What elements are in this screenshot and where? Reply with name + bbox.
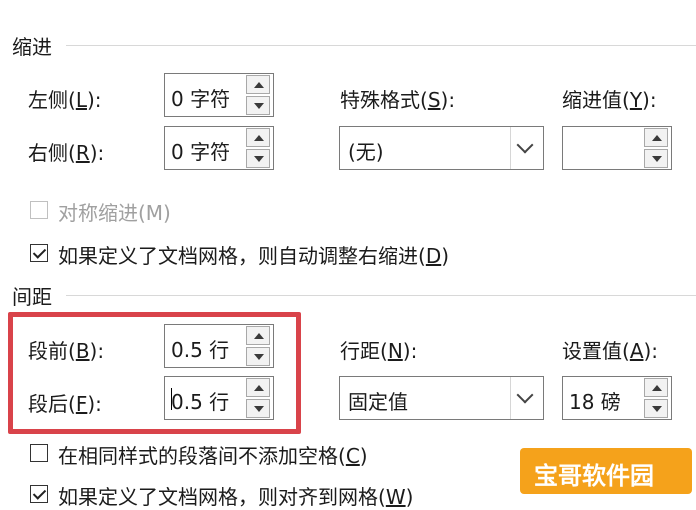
line-spacing-select[interactable]: 固定值	[339, 376, 544, 420]
checkmark-icon	[32, 486, 47, 500]
indent-value-spinbox[interactable]	[562, 126, 672, 170]
auto-adjust-right-indent-checkbox[interactable]	[30, 244, 48, 262]
right-indent-value: 0 字符	[171, 140, 231, 164]
right-indent-spinbox[interactable]: 0 字符	[164, 126, 274, 170]
arrow-up-icon	[254, 82, 264, 88]
highlight-box	[8, 312, 301, 434]
arrow-up-icon	[652, 385, 662, 391]
snap-to-grid-label: 如果定义了文档网格，则对齐到网格(W)	[58, 485, 414, 509]
left-indent-spinbox[interactable]: 0 字符	[164, 73, 274, 117]
set-value-increment-button[interactable]	[644, 378, 668, 397]
spacing-section-divider	[66, 295, 696, 296]
chevron-down-icon	[516, 136, 534, 154]
no-space-same-style-checkbox[interactable]	[30, 444, 48, 462]
left-indent-value: 0 字符	[171, 87, 231, 111]
arrow-up-icon	[652, 135, 662, 141]
left-indent-decrement-button[interactable]	[246, 96, 270, 115]
indent-section-divider	[66, 45, 696, 46]
set-value-decrement-button[interactable]	[644, 399, 668, 418]
arrow-down-icon	[254, 156, 264, 162]
set-value-spinbox[interactable]: 18 磅	[562, 376, 672, 420]
right-indent-decrement-button[interactable]	[246, 149, 270, 168]
set-value-field: 18 磅	[569, 390, 621, 414]
special-format-dropdown-button[interactable]	[510, 127, 543, 169]
line-spacing-dropdown-button[interactable]	[510, 377, 543, 419]
chevron-down-icon	[516, 386, 534, 404]
indent-value-increment-button[interactable]	[644, 128, 668, 147]
left-indent-increment-button[interactable]	[246, 75, 270, 94]
special-format-value: (无)	[348, 140, 384, 164]
watermark-logo: 宝哥软件园	[520, 448, 692, 494]
indent-value-decrement-button[interactable]	[644, 149, 668, 168]
arrow-down-icon	[652, 406, 662, 412]
no-space-same-style-label: 在相同样式的段落间不添加空格(C)	[58, 444, 368, 468]
snap-to-grid-checkbox[interactable]	[30, 485, 48, 503]
right-indent-increment-button[interactable]	[246, 128, 270, 147]
line-spacing-label: 行距(N):	[340, 339, 418, 363]
left-indent-label: 左侧(L):	[28, 88, 102, 112]
auto-adjust-right-indent-label: 如果定义了文档网格，则自动调整右缩进(D)	[58, 244, 450, 268]
spacing-section-title: 间距	[12, 285, 52, 309]
arrow-up-icon	[254, 135, 264, 141]
checkmark-icon	[32, 245, 47, 259]
right-indent-label: 右侧(R):	[28, 141, 105, 165]
indent-section-title: 缩进	[12, 35, 52, 59]
mirror-indents-label: 对称缩进(M)	[58, 201, 171, 225]
mirror-indents-checkbox[interactable]	[30, 201, 48, 219]
watermark-text: 宝哥软件园	[534, 462, 654, 490]
set-value-label: 设置值(A):	[562, 339, 659, 363]
arrow-down-icon	[254, 103, 264, 109]
special-format-select[interactable]: (无)	[339, 126, 544, 170]
line-spacing-value: 固定值	[348, 390, 408, 414]
arrow-down-icon	[652, 156, 662, 162]
special-format-label: 特殊格式(S):	[340, 88, 456, 112]
indent-value-label: 缩进值(Y):	[562, 88, 657, 112]
